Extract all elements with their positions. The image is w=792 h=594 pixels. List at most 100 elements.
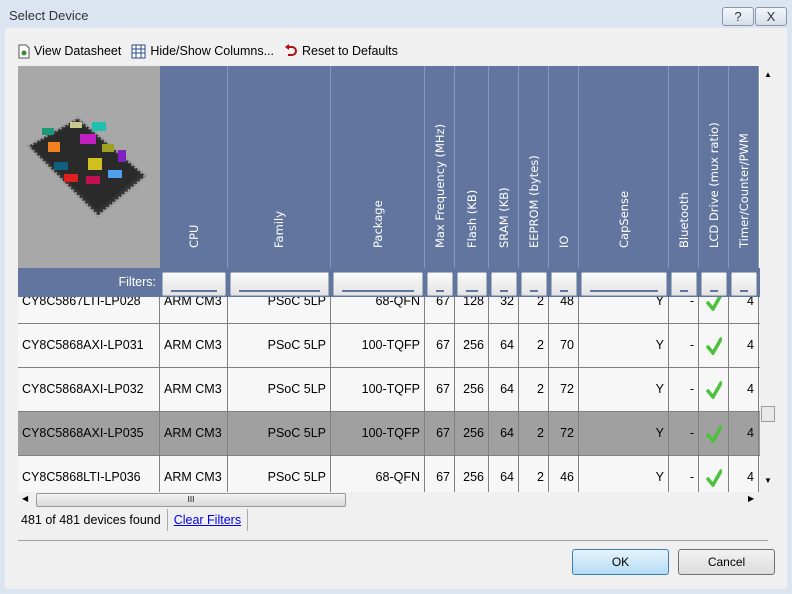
cell-package: 100-TQFP: [331, 412, 425, 456]
cell-package: 100-TQFP: [331, 368, 425, 412]
cell-part: CY8C5868LTI-LP036: [18, 456, 160, 492]
column-filter-button[interactable]: [162, 272, 226, 296]
cell-package: 68-QFN: [331, 456, 425, 492]
help-button[interactable]: ?: [722, 7, 754, 26]
close-button[interactable]: X: [755, 7, 787, 26]
cell-io: 48: [549, 297, 579, 324]
cell-freq: 67: [425, 297, 455, 324]
table-row[interactable]: CY8C5868AXI-LP032 ARM CM3 PSoC 5LP 100-TQFP…: [18, 368, 760, 412]
scroll-down-arrow-icon[interactable]: ▼: [764, 476, 772, 485]
column-header[interactable]: IO: [549, 66, 579, 268]
horizontal-scrollbar[interactable]: ◀ III ▶: [18, 492, 760, 508]
hide-show-columns-button[interactable]: Hide/Show Columns...: [131, 44, 274, 59]
cell-capsense: Y: [579, 297, 669, 324]
cell-timer: 4: [729, 297, 759, 324]
cell-timer: 4: [729, 456, 759, 492]
vertical-scrollbar[interactable]: ▲ ▼: [760, 66, 776, 492]
cell-sram: 32: [489, 297, 519, 324]
column-filter-button[interactable]: [551, 272, 577, 296]
column-filter-button[interactable]: [521, 272, 547, 296]
cell-flash: 128: [455, 297, 489, 324]
column-header[interactable]: Max Frequency (MHz): [425, 66, 455, 268]
horizontal-scroll-thumb[interactable]: III: [36, 493, 346, 507]
ok-button[interactable]: OK: [572, 549, 669, 575]
table-row[interactable]: CY8C5868AXI-LP031 ARM CM3 PSoC 5LP 100-TQFP…: [18, 324, 760, 368]
column-filter-button[interactable]: [671, 272, 697, 296]
column-header-label: CapSense: [616, 190, 631, 248]
cell-freq: 67: [425, 412, 455, 456]
table-row[interactable]: CY8C5867LTI-LP028 ARM CM3 PSoC 5LP 68-QFN 67…: [18, 297, 760, 324]
cell-timer: 4: [729, 368, 759, 412]
device-table: CPU Family Package Max Frequency (MHz) Flash…: [18, 66, 760, 492]
cell-eeprom: 2: [519, 368, 549, 412]
reset-defaults-button[interactable]: Reset to Defaults: [284, 44, 398, 58]
filters-row: Filters:: [18, 268, 760, 297]
column-header[interactable]: SRAM (KB): [489, 66, 519, 268]
column-header-label: EEPROM (bytes): [526, 155, 541, 248]
check-icon: [705, 380, 723, 400]
cell-lcd: [699, 456, 729, 492]
cell-flash: 256: [455, 324, 489, 368]
column-header[interactable]: EEPROM (bytes): [519, 66, 549, 268]
column-header-label: Bluetooth: [676, 192, 691, 248]
cell-lcd: [699, 297, 729, 324]
cell-freq: 67: [425, 368, 455, 412]
cell-part: CY8C5868AXI-LP035: [18, 412, 160, 456]
cell-capsense: Y: [579, 324, 669, 368]
cell-eeprom: 2: [519, 412, 549, 456]
scroll-up-arrow-icon[interactable]: ▲: [764, 70, 772, 79]
cell-sram: 64: [489, 368, 519, 412]
column-header-label: Flash (KB): [464, 189, 479, 248]
column-filter-button[interactable]: [701, 272, 727, 296]
column-header[interactable]: CapSense: [579, 66, 669, 268]
cancel-button[interactable]: Cancel: [678, 549, 775, 575]
column-header[interactable]: LCD Drive (mux ratio): [699, 66, 729, 268]
view-datasheet-button[interactable]: View Datasheet: [18, 44, 121, 59]
cell-part: CY8C5868AXI-LP032: [18, 368, 160, 412]
column-header-label: IO: [556, 235, 571, 248]
column-header[interactable]: Package: [331, 66, 425, 268]
cell-family: PSoC 5LP: [228, 368, 331, 412]
scroll-right-arrow-icon[interactable]: ▶: [748, 494, 754, 503]
vertical-scroll-thumb[interactable]: [761, 406, 775, 422]
cell-timer: 4: [729, 412, 759, 456]
table-row[interactable]: CY8C5868AXI-LP035 ARM CM3 PSoC 5LP 100-TQFP…: [18, 412, 760, 456]
cell-eeprom: 2: [519, 456, 549, 492]
cell-cpu: ARM CM3: [160, 412, 228, 456]
view-datasheet-label: View Datasheet: [34, 44, 122, 58]
column-header[interactable]: Bluetooth: [669, 66, 699, 268]
cell-flash: 256: [455, 456, 489, 492]
column-header-label: Family: [272, 210, 286, 248]
column-header[interactable]: Family: [228, 66, 331, 268]
status-bar: 481 of 481 devices found Clear Filters: [18, 508, 772, 532]
column-filter-button[interactable]: [581, 272, 667, 296]
cell-sram: 64: [489, 324, 519, 368]
scroll-left-arrow-icon[interactable]: ◀: [22, 494, 28, 503]
cell-lcd: [699, 324, 729, 368]
column-header-label: CPU: [186, 224, 201, 248]
cell-family: PSoC 5LP: [228, 412, 331, 456]
check-icon: [705, 424, 723, 444]
table-row[interactable]: CY8C5868LTI-LP036 ARM CM3 PSoC 5LP 68-QFN 67…: [18, 456, 760, 492]
cell-io: 46: [549, 456, 579, 492]
toolbar: View Datasheet Hide/Show Columns... Rese…: [18, 40, 398, 62]
column-filter-button[interactable]: [230, 272, 329, 296]
clear-filters-link[interactable]: Clear Filters: [168, 509, 249, 531]
cell-part: CY8C5867LTI-LP028: [18, 297, 160, 324]
column-filter-button[interactable]: [333, 272, 423, 296]
check-icon: [705, 336, 723, 356]
columns-icon: [131, 44, 146, 58]
document-icon: [18, 44, 30, 58]
column-filter-button[interactable]: [427, 272, 453, 296]
column-filter-button[interactable]: [491, 272, 517, 296]
column-filter-button[interactable]: [731, 272, 757, 296]
cell-capsense: Y: [579, 368, 669, 412]
cell-bluetooth: -: [669, 456, 699, 492]
column-filter-button[interactable]: [457, 272, 487, 296]
column-header[interactable]: Timer/Counter/PWM: [729, 66, 759, 268]
column-header[interactable]: Flash (KB): [455, 66, 489, 268]
cell-freq: 67: [425, 456, 455, 492]
column-header[interactable]: CPU: [160, 66, 228, 268]
cell-package: 68-QFN: [331, 297, 425, 324]
check-icon: [705, 297, 722, 312]
